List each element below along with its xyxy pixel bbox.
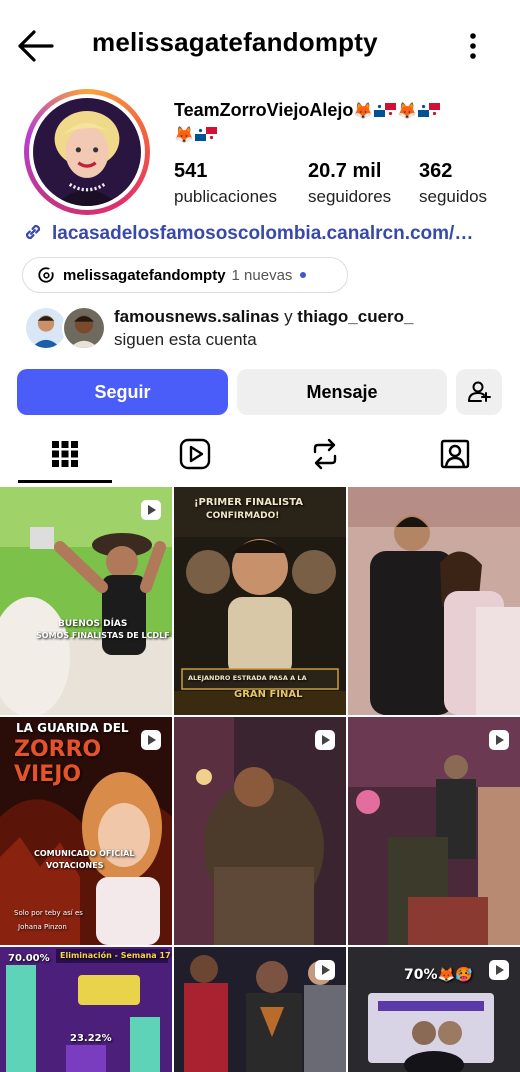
grid-post[interactable]: BUENOS DÍAS SOMOS FINALISTAS DE LCDLF	[0, 487, 172, 715]
reposts-icon	[313, 438, 337, 470]
grid-post[interactable]: ¡PRIMER FINALISTA CONFIRMADO! ALEJANDRO …	[174, 487, 346, 715]
profile-avatar	[33, 98, 141, 206]
post-caption: Johana Pinzon	[18, 923, 67, 931]
back-arrow-icon[interactable]	[14, 26, 56, 66]
mutual-follower-avatar	[62, 306, 106, 350]
add-person-icon	[468, 381, 491, 402]
stat-posts[interactable]: 541 publicaciones	[174, 160, 277, 207]
tab-posts[interactable]	[0, 424, 130, 484]
post-thumbnail	[174, 717, 346, 945]
active-tab-indicator	[18, 480, 112, 483]
post-caption: GRAN FINAL	[234, 689, 303, 700]
stat-followers-label: seguidores	[308, 187, 392, 206]
grid-post[interactable]	[174, 717, 346, 945]
post-caption: ALEJANDRO ESTRADA PASA A LA	[188, 674, 307, 682]
profile-tabs	[0, 424, 520, 484]
post-caption: 70.00%	[8, 953, 50, 964]
mutual-connector: y	[279, 307, 298, 326]
tagged-icon	[440, 439, 470, 469]
stat-following-label: seguidos	[419, 187, 488, 206]
fox-emoji-icon: 🦊🥵	[437, 967, 473, 983]
fox-emoji-icon: 🦊	[174, 127, 194, 144]
reel-icon	[141, 500, 161, 520]
mutual-follower-name-2[interactable]: thiago_cuero_	[297, 307, 413, 326]
post-caption: VOTACIONES	[46, 861, 104, 870]
post-caption: 23.22%	[70, 1033, 112, 1044]
threads-new-count: 1 nuevas	[231, 266, 293, 284]
grid-post[interactable]: LA GUARIDA DEL ZORRO VIEJO COMUNICADO OF…	[0, 717, 172, 945]
message-button[interactable]: Mensaje	[237, 369, 447, 415]
mutual-followers-text: famousnews.salinas y thiago_cuero_ sigue…	[114, 305, 414, 351]
link-icon	[25, 224, 41, 240]
post-caption: 70%🦊🥵	[404, 967, 472, 983]
post-thumbnail	[348, 487, 520, 715]
stat-followers-value: 20.7 mil	[308, 160, 382, 182]
top-bar: melissagatefandompty	[0, 0, 520, 92]
post-thumbnail	[0, 947, 172, 1072]
stat-following[interactable]: 362 seguidos	[419, 160, 487, 207]
reel-icon	[315, 730, 335, 750]
grid-post[interactable]	[348, 717, 520, 945]
panama-flag-icon	[194, 127, 217, 141]
mutual-suffix: siguen esta cuenta	[114, 330, 257, 349]
post-thumbnail	[0, 487, 172, 715]
post-caption: CONFIRMADO!	[206, 511, 280, 521]
more-options-icon[interactable]	[458, 28, 488, 64]
threads-username: melissagatefandompty	[63, 266, 226, 284]
profile-link[interactable]: lacasadelosfamososcolombia.canalrcn.com/…	[22, 221, 502, 247]
profile-link-text: lacasadelosfamososcolombia.canalrcn.com/…	[52, 223, 474, 244]
post-caption: COMUNICADO OFICIAL	[34, 849, 135, 858]
post-caption: SOMOS FINALISTAS DE LCDLF	[36, 631, 170, 640]
stat-posts-label: publicaciones	[174, 187, 278, 206]
stat-followers[interactable]: 20.7 mil seguidores	[308, 160, 391, 207]
post-caption-text: 70%	[404, 967, 438, 983]
stat-posts-value: 541	[174, 160, 208, 182]
reel-icon	[315, 960, 335, 980]
mutual-follower-name-1[interactable]: famousnews.salinas	[114, 307, 279, 326]
profile-username: melissagatefandompty	[92, 27, 378, 57]
bio-name: TeamZorroViejoAlejo🦊 🦊 🦊	[174, 98, 504, 146]
reel-icon	[489, 730, 509, 750]
profile-stats: 541 publicaciones 20.7 mil seguidores 36…	[174, 160, 504, 210]
fox-emoji-icon: 🦊	[397, 103, 418, 120]
tab-reels[interactable]	[130, 424, 260, 484]
story-ring[interactable]	[24, 89, 150, 215]
new-dot-icon	[300, 272, 307, 278]
post-thumbnail	[348, 717, 520, 945]
fox-emoji-icon: 🦊	[353, 103, 374, 120]
stat-following-value: 362	[419, 160, 453, 182]
follow-button[interactable]: Seguir	[17, 369, 228, 415]
grid-post[interactable]: 70%🦊🥵	[348, 947, 520, 1072]
tab-reposts[interactable]	[260, 424, 390, 484]
post-caption: ¡PRIMER FINALISTA	[194, 497, 304, 508]
threads-badge[interactable]: melissagatefandompty 1 nuevas	[22, 257, 348, 293]
grid-post[interactable]: 70.00% Eliminación - Semana 17 23.22%	[0, 947, 172, 1072]
panama-flag-icon	[374, 103, 397, 117]
panama-flag-icon	[418, 103, 441, 117]
post-caption: LA GUARIDA DEL	[16, 721, 129, 735]
grid-post[interactable]	[174, 947, 346, 1072]
threads-icon	[38, 267, 54, 283]
post-caption: ZORRO VIEJO	[14, 737, 102, 787]
reel-icon	[489, 960, 509, 980]
grid-post[interactable]	[348, 487, 520, 715]
suggest-user-button[interactable]	[456, 369, 502, 415]
grid-icon	[52, 441, 78, 467]
tab-tagged[interactable]	[390, 424, 520, 484]
post-caption: Eliminación - Semana 17	[60, 951, 171, 960]
post-caption: BUENOS DÍAS	[58, 619, 128, 629]
mutual-followers[interactable]: famousnews.salinas y thiago_cuero_ sigue…	[24, 304, 504, 354]
bio-name-text: TeamZorroViejoAlejo	[174, 100, 354, 120]
reels-icon	[179, 438, 211, 470]
post-caption: Solo por teby así es	[14, 909, 83, 917]
